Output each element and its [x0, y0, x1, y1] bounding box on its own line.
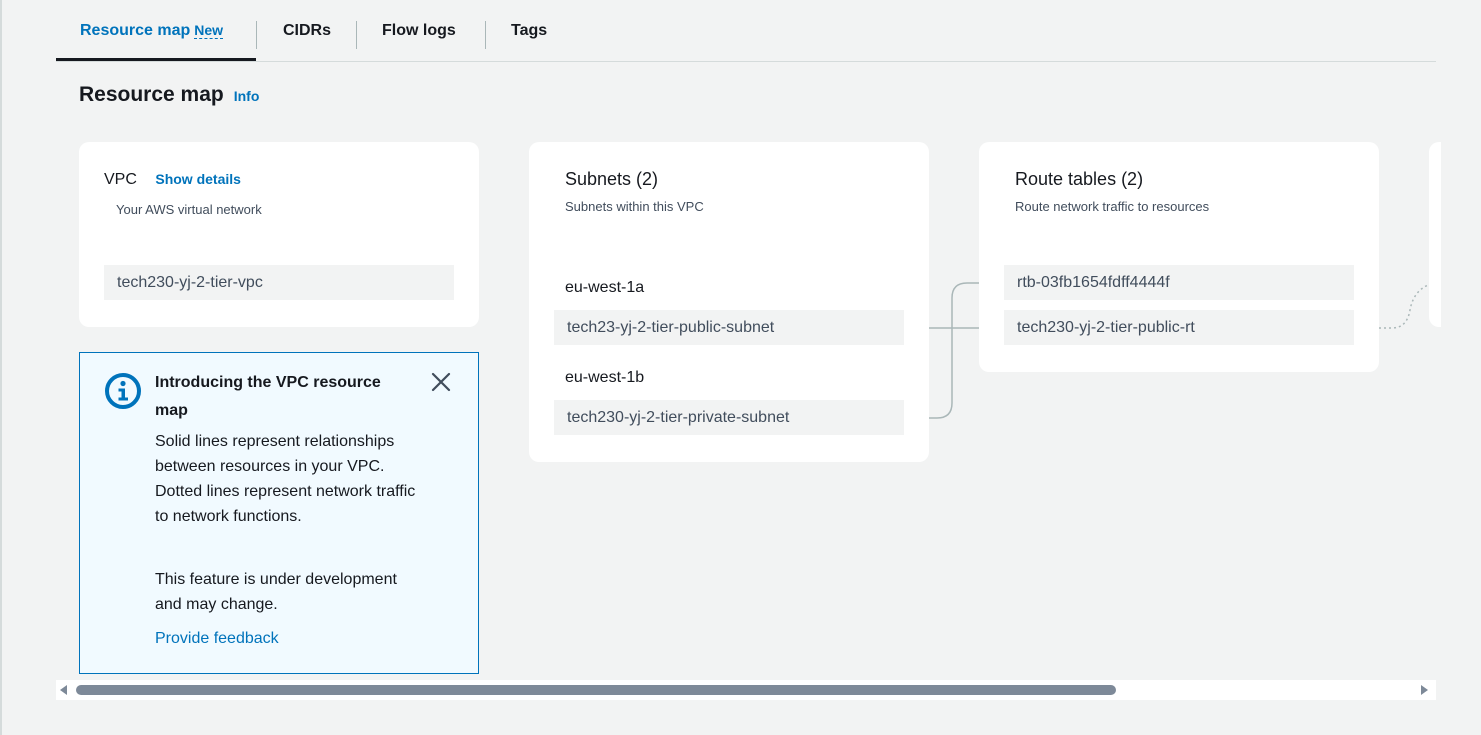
alert-body: Solid lines represent relationships betw…	[155, 433, 416, 525]
route-table-item[interactable]: rtb-03fb1654fdff4444f	[1004, 265, 1354, 300]
route-table-item[interactable]: tech230-yj-2-tier-public-rt	[1004, 310, 1354, 345]
subnet-item[interactable]: tech23-yj-2-tier-public-subnet	[554, 310, 904, 345]
route-tables-card-title: Route tables (2)	[1015, 169, 1144, 189]
alert-body-note: This feature is under development and ma…	[155, 571, 397, 613]
scroll-right-icon[interactable]	[1421, 685, 1428, 695]
subnets-card-title: Subnets (2)	[565, 169, 659, 189]
provide-feedback-link[interactable]: Provide feedback	[155, 630, 279, 648]
info-alert: Introducing the VPC resource map Solid l…	[79, 352, 479, 674]
vpc-label: VPC	[104, 171, 137, 188]
vpc-card-subtitle: Your AWS virtual network	[116, 202, 262, 217]
availability-zone-label: eu-west-1a	[565, 279, 645, 296]
close-icon[interactable]	[428, 369, 454, 395]
availability-zone-label: eu-west-1b	[565, 369, 645, 386]
scroll-left-icon[interactable]	[60, 685, 67, 695]
subnets-card-subtitle: Subnets within this VPC	[565, 199, 704, 214]
route-tables-card-subtitle: Route network traffic to resources	[1015, 199, 1210, 214]
subnets-card: Subnets (2) Subnets within this VPC eu-w…	[529, 142, 929, 462]
show-details-link[interactable]: Show details	[155, 171, 241, 187]
vpc-card: VPC Show details Your AWS virtual networ…	[79, 142, 479, 327]
network-connections-card-partial	[1429, 142, 1441, 327]
route-tables-card: Route tables (2) Route network traffic t…	[979, 142, 1379, 372]
scrollbar-thumb[interactable]	[76, 685, 1116, 695]
subnet-item[interactable]: tech230-yj-2-tier-private-subnet	[554, 400, 904, 435]
horizontal-scrollbar[interactable]	[56, 680, 1436, 700]
vpc-card-title: VPC Show details	[104, 171, 241, 189]
info-icon	[105, 373, 141, 409]
resource-map-panel: Resource map New CIDRs Flow logs Tags Res…	[0, 0, 1481, 735]
alert-title: Introducing the VPC resource map	[155, 374, 381, 419]
vpc-item[interactable]: tech230-yj-2-tier-vpc	[104, 265, 454, 300]
